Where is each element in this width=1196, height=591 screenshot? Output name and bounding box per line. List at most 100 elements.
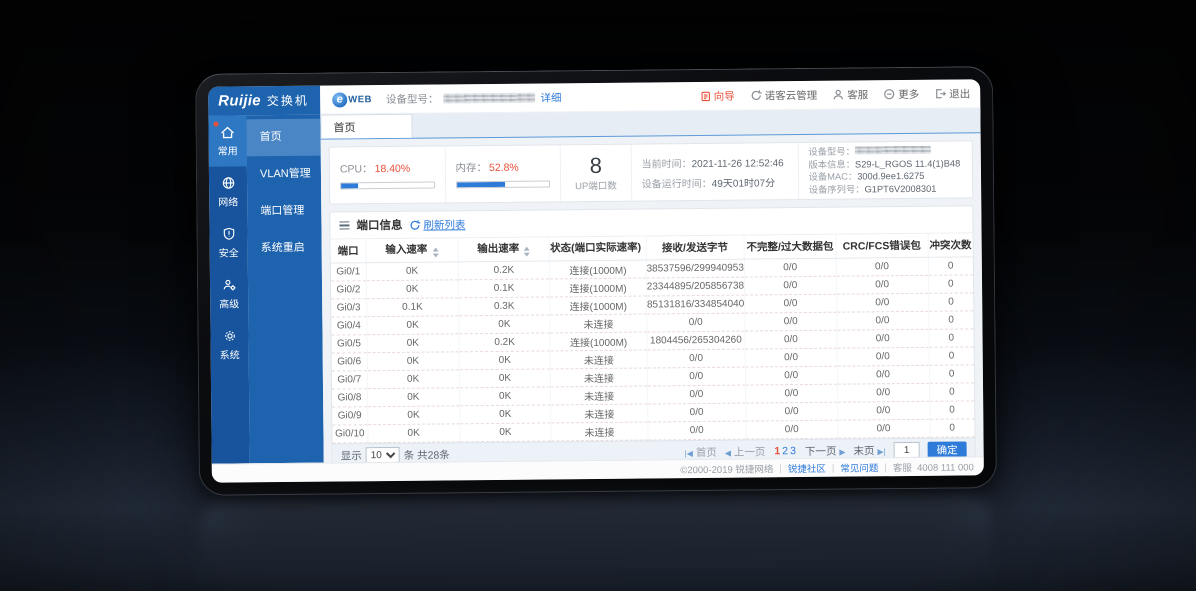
table-cell: 未连接 [551, 350, 647, 369]
product-name: 交换机 [267, 92, 309, 109]
sidebar-item-restart[interactable]: 系统重启 [247, 230, 321, 268]
last-page-button[interactable]: 末页 ▶| [853, 443, 885, 458]
table-cell: 0/0 [838, 419, 930, 438]
table-cell: 0 [929, 364, 974, 382]
more-icon [883, 88, 895, 100]
table-cell: 连接(1000M) [550, 296, 646, 315]
table-cell: 0 [929, 400, 974, 418]
sort-icon[interactable] [432, 248, 438, 258]
community-link[interactable]: 锐捷社区 [788, 461, 826, 475]
faq-link[interactable]: 常见问题 [840, 460, 878, 474]
table-cell: 连接(1000M) [550, 278, 646, 297]
logout-button[interactable]: 退出 [934, 86, 970, 101]
table-cell: 0/0 [647, 403, 745, 422]
support-button[interactable]: 更多 客服 [832, 87, 868, 102]
next-page-button[interactable]: 下一页 ▶ [805, 443, 846, 458]
table-cell: 0/0 [837, 365, 929, 384]
nav-group-network[interactable]: 网络 [209, 166, 247, 217]
table-cell: 0/0 [745, 330, 837, 349]
sidebar-item-vlan[interactable]: VLAN管理 [247, 156, 321, 194]
table-cell: 0/0 [837, 329, 929, 348]
nav-group-common[interactable]: 常用 [208, 115, 246, 166]
table-cell: 0K [459, 350, 551, 369]
refresh-list-button[interactable]: 刷新列表 [409, 217, 465, 233]
table-cell: 0/0 [745, 366, 837, 385]
table-cell: 0/0 [745, 294, 837, 313]
table-cell: 0.3K [458, 296, 550, 315]
table-cell: 0/0 [837, 401, 929, 420]
table-cell: 0K [366, 279, 458, 298]
table-cell: 0/0 [837, 383, 929, 402]
device-serial: G1PT6V2008301 [864, 183, 936, 194]
page-numbers: 123 [773, 445, 797, 457]
cloud-manage-button[interactable]: 诺客云管理 [750, 87, 818, 103]
table-cell: Gi0/7 [332, 370, 367, 388]
first-page-button[interactable]: |◀ 首页 [685, 444, 717, 459]
table-cell: 0K [367, 405, 459, 424]
table-cell: 0/0 [647, 313, 745, 332]
page-number[interactable]: 1 [774, 445, 780, 457]
table-cell: Gi0/5 [332, 334, 367, 352]
table-cell: 0/0 [745, 384, 837, 403]
screen: Ruijie 交换机 e WEB 设备型号： 详细 向导 [208, 79, 984, 482]
column-header[interactable]: 状态(端口实际速率) [549, 237, 646, 261]
table-cell: 0/0 [837, 311, 929, 330]
gear-icon [222, 328, 237, 343]
goto-page-input[interactable] [894, 442, 920, 458]
column-header: 不完整/过大数据包 [744, 235, 836, 259]
page-size-select[interactable]: 10 [366, 447, 400, 463]
table-cell: 0 [929, 346, 974, 364]
table-cell: 0 [928, 256, 973, 274]
tab-homepage[interactable]: 首页 [320, 114, 412, 139]
sidebar-item-port[interactable]: 端口管理 [247, 193, 321, 231]
table-cell: 0K [367, 369, 459, 388]
table-cell: 0K [367, 333, 459, 352]
nav-group-security[interactable]: 安全 [209, 217, 247, 268]
support-phone: 客服 4008 111 000 [893, 459, 974, 474]
table-cell: 0/0 [744, 276, 836, 295]
table-cell: 0K [459, 422, 551, 441]
table-cell: Gi0/1 [331, 262, 366, 280]
list-icon [339, 221, 349, 230]
table-cell: 0/0 [647, 367, 745, 386]
table-cell: 0K [367, 387, 459, 406]
sort-icon[interactable] [524, 247, 530, 257]
table-cell: 0K [366, 261, 458, 280]
table-title: 端口信息 [356, 217, 402, 233]
table-cell: 0/0 [746, 420, 838, 439]
prev-page-button[interactable]: ◀ 上一页 [725, 444, 766, 459]
eweb-logo: e WEB [332, 92, 372, 107]
firmware-version: S29-L_RGOS 11.4(1)B48 [855, 158, 960, 169]
port-table-card: 端口信息 刷新列表 端口输入速率输出速率状态(端口实际速率)接收/发送字节不完整… [329, 205, 975, 468]
column-header: CRC/FCS错误包 [836, 234, 928, 258]
wizard-button[interactable]: 向导 [700, 88, 735, 103]
more-button[interactable]: 更多 [883, 86, 919, 101]
table-cell: Gi0/4 [331, 316, 366, 334]
nav-group-advanced[interactable]: 高级 [210, 268, 248, 319]
table-cell: 0.2K [458, 260, 550, 279]
home-icon [219, 125, 235, 139]
nav-group-system[interactable]: 系统 [210, 319, 248, 370]
total-count: 共28条 [417, 449, 450, 461]
table-cell: 0 [928, 310, 973, 328]
port-table: 端口输入速率输出速率状态(端口实际速率)接收/发送字节不完整/过大数据包CRC/… [331, 233, 975, 443]
column-header[interactable]: 输出速率 [458, 237, 550, 261]
time-info: 当前时间：2021-11-26 12:52:46 设备运行时间：49天01时07… [631, 143, 798, 201]
table-cell: 0/0 [744, 258, 836, 277]
device-info: 设备型号： 版本信息：S29-L_RGOS 11.4(1)B48 设备MAC：3… [798, 141, 972, 199]
column-header[interactable]: 输入速率 [366, 238, 458, 262]
table-cell: 0K [458, 314, 550, 333]
page-number[interactable]: 2 [782, 445, 788, 457]
nav-rail: 常用 网络 安全 高级 系统 [208, 115, 249, 463]
table-cell: 未连接 [550, 314, 646, 333]
table-cell: 0.1K [366, 297, 458, 316]
current-time: 2021-11-26 12:52:46 [692, 158, 784, 170]
brand-logo: Ruijie 交换机 [208, 86, 320, 116]
page-number[interactable]: 3 [790, 445, 796, 457]
table-cell: 0.1K [458, 278, 550, 297]
uptime: 49天01时07分 [712, 178, 775, 190]
sidebar-item-homepage[interactable]: 首页 [246, 119, 320, 157]
detail-link[interactable]: 详细 [540, 90, 561, 105]
memory-label: 内存： [455, 162, 487, 174]
table-cell: 0/0 [745, 348, 837, 367]
